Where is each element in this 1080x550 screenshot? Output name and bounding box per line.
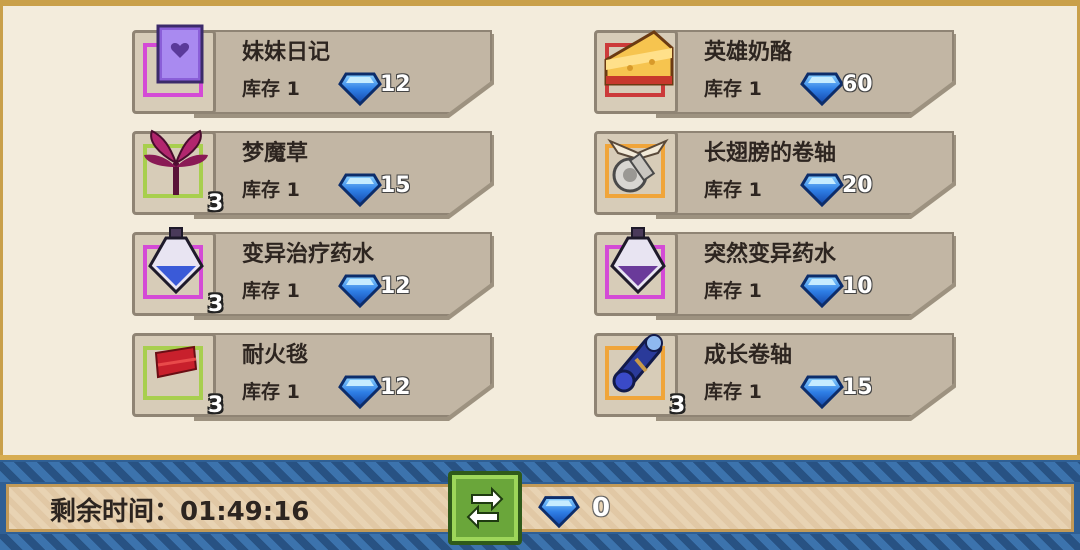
bottom-pattern	[0, 534, 1080, 550]
cheese-icon	[604, 30, 674, 86]
left-border	[0, 0, 3, 460]
item-name: 变异治疗药水	[242, 242, 375, 267]
item-name: 长翅膀的卷轴	[704, 141, 837, 166]
timer-value: 01:49:16	[180, 497, 310, 527]
item-quantity: 3	[670, 393, 686, 418]
item-stock: 库存 1	[704, 78, 762, 100]
shop-item-1[interactable]: 英雄奶酪 库存 1 60	[594, 30, 956, 118]
timer-label: 剩余时间：	[50, 497, 181, 527]
item-price: 12	[380, 375, 411, 400]
item-name: 耐火毯	[242, 343, 309, 368]
mutation-potion-icon	[610, 227, 666, 295]
shop-item-0[interactable]: 妹妹日记 库存 1 12	[132, 24, 494, 118]
item-stock: 库存 1	[242, 78, 300, 100]
diamond-icon	[800, 375, 844, 410]
item-stock: 库存 1	[242, 381, 300, 403]
item-price: 60	[842, 72, 873, 97]
item-stock: 库存 1	[242, 280, 300, 302]
diary-icon	[156, 24, 204, 84]
fireproof-blanket-icon	[154, 345, 198, 379]
healing-potion-icon	[148, 227, 204, 295]
diamond-icon	[800, 274, 844, 309]
item-price: 12	[380, 72, 411, 97]
herb-icon	[144, 129, 208, 195]
item-name: 梦魔草	[242, 141, 309, 166]
item-stock: 库存 1	[704, 179, 762, 201]
item-quantity: 3	[208, 393, 224, 418]
shop-item-7[interactable]: 3 成长卷轴 库存 1 15	[594, 333, 956, 421]
item-name: 英雄奶酪	[704, 40, 793, 65]
winged-scroll-icon	[607, 138, 669, 193]
item-price: 12	[380, 274, 411, 299]
diamond-icon	[800, 72, 844, 107]
shop-item-6[interactable]: 3 耐火毯 库存 1 12	[132, 333, 494, 421]
item-stock: 库存 1	[704, 381, 762, 403]
diamond-icon	[338, 173, 382, 208]
item-name: 成长卷轴	[704, 343, 793, 368]
diamond-icon	[338, 274, 382, 309]
item-quantity: 3	[208, 292, 224, 317]
shop-item-5[interactable]: 突然变异药水 库存 1 10	[594, 227, 956, 320]
shop-item-2[interactable]: 3 梦魔草 库存 1 15	[132, 129, 494, 219]
diamond-icon	[338, 375, 382, 410]
item-price: 15	[842, 375, 873, 400]
diamond-icon	[338, 72, 382, 107]
refresh-icon	[466, 486, 504, 530]
growth-scroll-icon	[612, 334, 663, 393]
item-name: 突然变异药水	[704, 242, 837, 267]
item-name: 妹妹日记	[242, 40, 331, 65]
item-quantity: 3	[208, 191, 224, 216]
bottom-pattern	[0, 462, 1080, 482]
refresh-button[interactable]	[448, 471, 522, 545]
item-stock: 库存 1	[704, 280, 762, 302]
diamond-icon	[538, 496, 580, 529]
item-price: 15	[380, 173, 411, 198]
item-price: 10	[842, 274, 873, 299]
shop-item-3[interactable]: 长翅膀的卷轴 库存 1 20	[594, 131, 956, 219]
item-price: 20	[842, 173, 873, 198]
refresh-timer: 剩余时间：01:49:16	[50, 491, 309, 528]
gem-count: 0	[592, 493, 611, 523]
shop-item-4[interactable]: 3 变异治疗药水 库存 1 12	[132, 227, 494, 320]
item-stock: 库存 1	[242, 179, 300, 201]
diamond-icon	[800, 173, 844, 208]
